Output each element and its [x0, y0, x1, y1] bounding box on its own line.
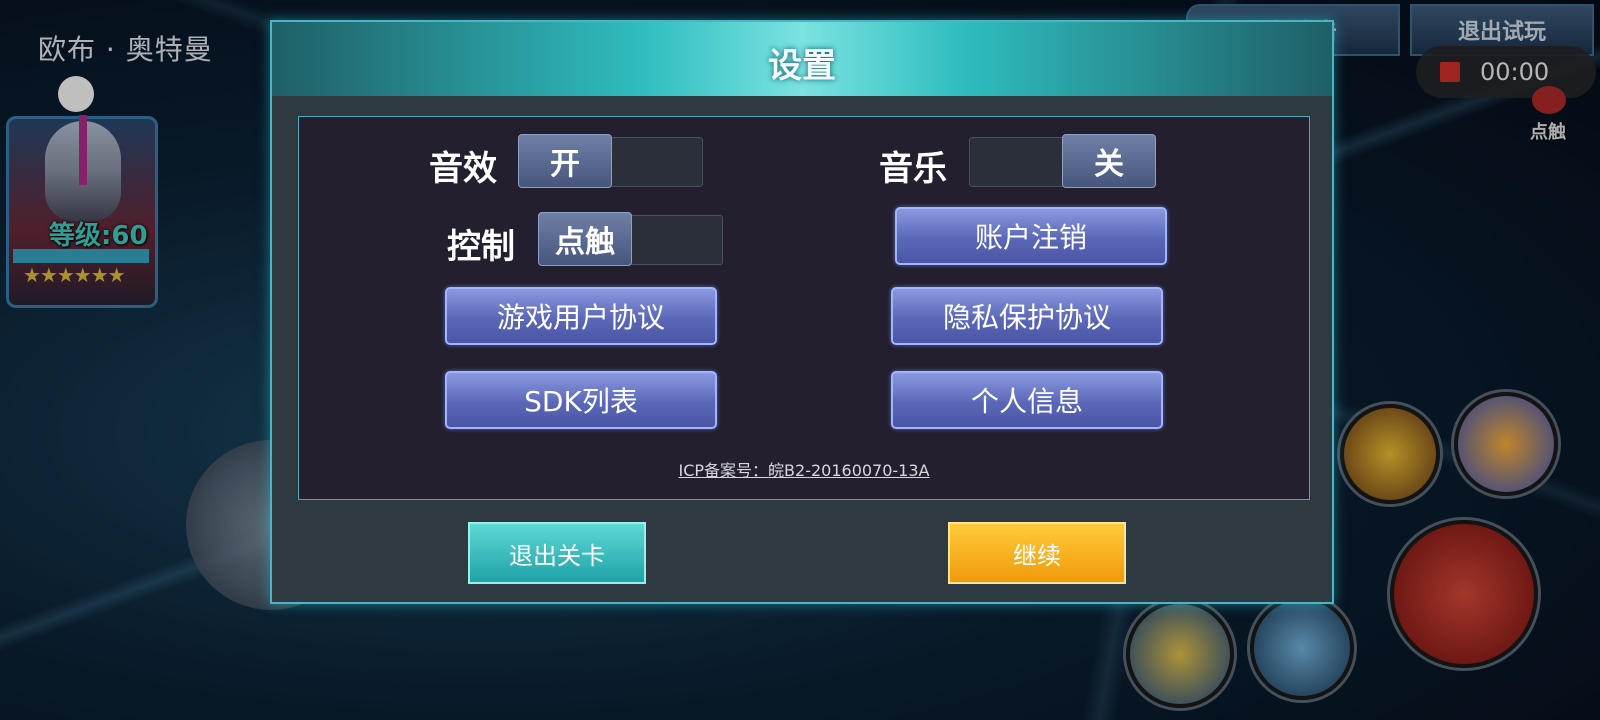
exit-level-label: 退出关卡 — [509, 541, 605, 570]
privacy-agreement-button[interactable]: 隐私保护协议 — [891, 287, 1163, 345]
icp-link[interactable]: ICP备案号：皖B2-20160070-13A — [299, 457, 1309, 481]
continue-label: 继续 — [1013, 541, 1061, 570]
sound-toggle[interactable]: 开 — [518, 134, 703, 188]
user-agreement-button[interactable]: 游戏用户协议 — [445, 287, 717, 345]
personal-info-label: 个人信息 — [970, 385, 1083, 418]
control-label: 控制 — [447, 227, 515, 267]
sound-label: 音效 — [429, 149, 497, 189]
user-agreement-label: 游戏用户协议 — [496, 301, 665, 334]
dialog-title: 设置 — [768, 46, 836, 86]
music-toggle[interactable]: 关 — [969, 134, 1156, 188]
control-toggle-state: 点触 — [538, 212, 632, 266]
privacy-agreement-label: 隐私保护协议 — [942, 301, 1111, 334]
settings-panel: 音效 开 音乐 关 控制 点触 账户注销 游戏用户协议 隐私保护协议 SDK列表… — [298, 116, 1310, 500]
exit-level-button[interactable]: 退出关卡 — [468, 522, 646, 584]
control-toggle[interactable]: 点触 — [538, 212, 723, 266]
personal-info-button[interactable]: 个人信息 — [891, 371, 1163, 429]
music-label: 音乐 — [879, 149, 947, 189]
continue-button[interactable]: 继续 — [948, 522, 1126, 584]
music-toggle-state: 关 — [1062, 134, 1156, 188]
sdk-list-label: SDK列表 — [524, 385, 638, 418]
settings-dialog: 设置 音效 开 音乐 关 控制 点触 账户注销 游戏用户协议 隐私保护协议 SD… — [270, 20, 1334, 604]
account-cancel-button[interactable]: 账户注销 — [895, 207, 1167, 265]
sdk-list-button[interactable]: SDK列表 — [445, 371, 717, 429]
sound-toggle-state: 开 — [518, 134, 612, 188]
account-cancel-label: 账户注销 — [974, 221, 1087, 254]
